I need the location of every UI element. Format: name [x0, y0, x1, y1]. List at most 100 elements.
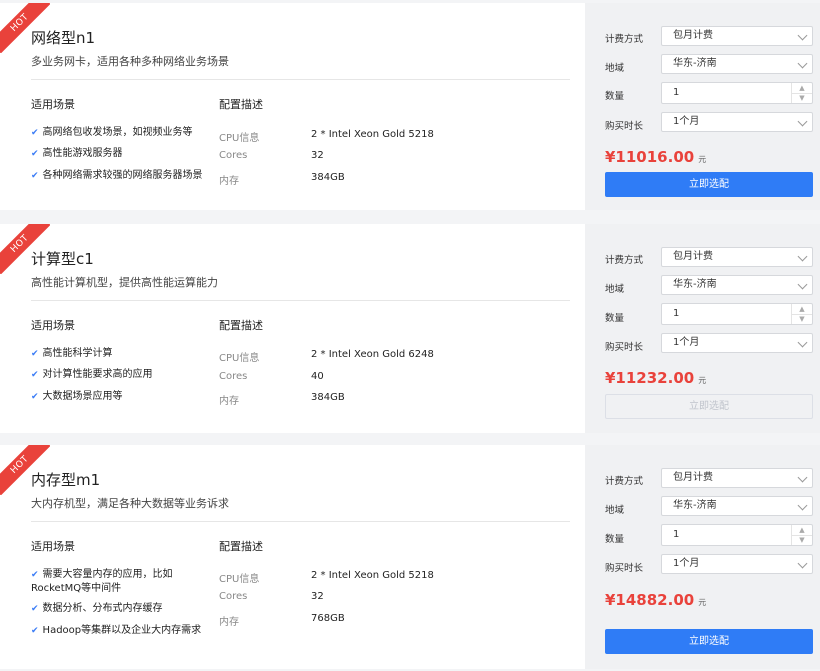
duration-select[interactable]: 1个月	[661, 554, 813, 574]
price: ¥14882.00 元	[605, 591, 707, 609]
quantity-label: 数量	[605, 313, 625, 324]
chevron-down-icon	[797, 558, 808, 569]
card-title: 网络型n1	[31, 29, 96, 47]
spec-mem-value: 768GB	[311, 613, 345, 624]
card-subtitle: 多业务网卡，适用各种多种网络业务场景	[31, 55, 229, 68]
card-title: 内存型m1	[31, 471, 101, 489]
scenario-item: ✔ 对计算性能要求高的应用	[31, 369, 153, 380]
scenario-item: ✔ Hadoop等集群以及企业大内存需求	[31, 625, 202, 636]
region-label: 地域	[605, 63, 625, 74]
check-icon: ✔	[31, 349, 39, 359]
chevron-down-icon	[797, 337, 808, 348]
spec-mem-label: 内存	[219, 617, 239, 628]
spec-cores-label: Cores	[219, 371, 248, 382]
chevron-down-icon	[797, 30, 808, 41]
spec-cpu-label: CPU信息	[219, 133, 260, 144]
decrement-button[interactable]: ▼	[792, 93, 812, 103]
scenario-item: ✔ 各种网络需求较强的网络服务器场景	[31, 170, 203, 181]
quantity-stepper[interactable]: 1 ▲ ▼	[661, 524, 813, 546]
spec-cpu-label: CPU信息	[219, 574, 260, 585]
quantity-stepper[interactable]: 1 ▲ ▼	[661, 303, 813, 325]
price: ¥11016.00 元	[605, 148, 707, 166]
check-icon: ✔	[31, 570, 39, 580]
check-icon: ✔	[31, 370, 39, 380]
check-icon: ✔	[31, 392, 39, 402]
region-label: 地域	[605, 284, 625, 295]
quantity-label: 数量	[605, 534, 625, 545]
quantity-label: 数量	[605, 91, 625, 102]
duration-label: 购买时长	[605, 563, 644, 574]
spec-cores-label: Cores	[219, 591, 248, 602]
scenario-item: ✔ 高性能游戏服务器	[31, 148, 123, 159]
spec-mem-label: 内存	[219, 396, 239, 407]
region-select[interactable]: 华东-济南	[661, 54, 813, 74]
spec-cpu-value: 2 * Intel Xeon Gold 5218	[311, 129, 434, 140]
quantity-stepper[interactable]: 1 ▲ ▼	[661, 82, 813, 104]
spec-cores-label: Cores	[219, 150, 248, 161]
spec-cpu-value: 2 * Intel Xeon Gold 5218	[311, 570, 434, 581]
price: ¥11232.00 元	[605, 369, 707, 387]
card-subtitle: 高性能计算机型，提供高性能运算能力	[31, 276, 218, 289]
divider	[31, 300, 570, 301]
billing-label: 计费方式	[605, 476, 644, 487]
decrement-button[interactable]: ▼	[792, 314, 812, 324]
region-select[interactable]: 华东-济南	[661, 496, 813, 516]
select-now-button[interactable]: 立即选配	[605, 172, 813, 197]
card-info: HOT 内存型m1 大内存机型，满足各种大数据等业务诉求 适用场景 配置描述 ✔…	[0, 445, 585, 669]
region-select[interactable]: 华东-济南	[661, 275, 813, 295]
scenario-item: ✔ 数据分析、分布式内存缓存	[31, 603, 163, 614]
region-label: 地域	[605, 505, 625, 516]
scenario-item: ✔ 需要大容量内存的应用，比如RocketMQ等中间件	[31, 569, 173, 594]
check-icon: ✔	[31, 626, 39, 636]
spec-mem-value: 384GB	[311, 172, 345, 183]
product-card-n1: HOT 网络型n1 多业务网卡，适用各种多种网络业务场景 适用场景 配置描述 ✔…	[0, 3, 820, 210]
billing-select[interactable]: 包月计费	[661, 468, 813, 488]
card-title: 计算型c1	[31, 250, 94, 268]
divider	[31, 521, 570, 522]
chevron-down-icon	[797, 279, 808, 290]
duration-label: 购买时长	[605, 342, 644, 353]
spec-cpu-label: CPU信息	[219, 353, 260, 364]
billing-label: 计费方式	[605, 34, 644, 45]
billing-select[interactable]: 包月计费	[661, 247, 813, 267]
duration-label: 购买时长	[605, 121, 644, 132]
spec-cpu-value: 2 * Intel Xeon Gold 6248	[311, 349, 434, 360]
select-now-button[interactable]: 立即选配	[605, 394, 813, 419]
scenarios-heading: 适用场景	[31, 98, 75, 111]
card-info: HOT 网络型n1 多业务网卡，适用各种多种网络业务场景 适用场景 配置描述 ✔…	[0, 3, 585, 210]
select-now-button[interactable]: 立即选配	[605, 629, 813, 654]
config-heading: 配置描述	[219, 319, 263, 332]
spec-mem-label: 内存	[219, 176, 239, 187]
billing-select[interactable]: 包月计费	[661, 26, 813, 46]
divider	[31, 79, 570, 80]
check-icon: ✔	[31, 149, 39, 159]
duration-select[interactable]: 1个月	[661, 333, 813, 353]
chevron-down-icon	[797, 58, 808, 69]
spec-mem-value: 384GB	[311, 392, 345, 403]
card-info: HOT 计算型c1 高性能计算机型，提供高性能运算能力 适用场景 配置描述 ✔ 高…	[0, 224, 585, 433]
check-icon: ✔	[31, 604, 39, 614]
check-icon: ✔	[31, 128, 39, 138]
chevron-down-icon	[797, 500, 808, 511]
decrement-button[interactable]: ▼	[792, 535, 812, 545]
scenario-item: ✔ 高网络包收发场景，如视频业务等	[31, 127, 193, 138]
spec-cores-value: 32	[311, 591, 324, 602]
check-icon: ✔	[31, 171, 39, 181]
scenario-item: ✔ 高性能科学计算	[31, 348, 113, 359]
scenario-item: ✔ 大数据场景应用等	[31, 391, 123, 402]
chevron-down-icon	[797, 116, 808, 127]
scenarios-heading: 适用场景	[31, 319, 75, 332]
chevron-down-icon	[797, 251, 808, 262]
order-panel: 计费方式 包月计费 地域 华东-济南 数量 1 ▲ ▼ 购买时长 1个月 ¥112…	[585, 224, 820, 433]
product-card-c1: HOT 计算型c1 高性能计算机型，提供高性能运算能力 适用场景 配置描述 ✔ 高…	[0, 224, 820, 433]
spec-cores-value: 40	[311, 371, 324, 382]
spec-cores-value: 32	[311, 150, 324, 161]
card-subtitle: 大内存机型，满足各种大数据等业务诉求	[31, 497, 229, 510]
product-card-m1: HOT 内存型m1 大内存机型，满足各种大数据等业务诉求 适用场景 配置描述 ✔…	[0, 445, 820, 669]
config-heading: 配置描述	[219, 540, 263, 553]
billing-label: 计费方式	[605, 255, 644, 266]
config-heading: 配置描述	[219, 98, 263, 111]
scenarios-heading: 适用场景	[31, 540, 75, 553]
chevron-down-icon	[797, 472, 808, 483]
duration-select[interactable]: 1个月	[661, 112, 813, 132]
